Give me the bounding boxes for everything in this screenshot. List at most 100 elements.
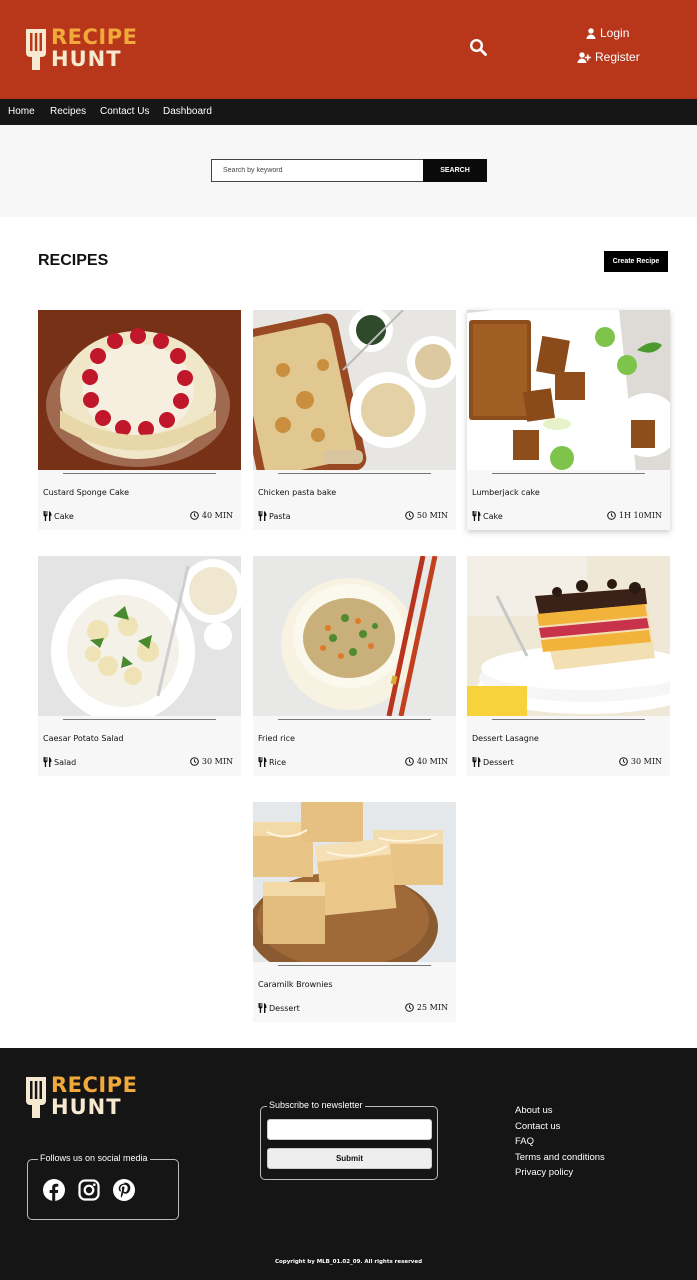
card-divider (278, 719, 431, 720)
spatula-icon (26, 1077, 46, 1118)
recipe-image[interactable] (38, 310, 241, 470)
user-icon (586, 27, 596, 39)
card-divider (63, 719, 216, 720)
recipe-image[interactable] (467, 556, 670, 716)
register-label: Register (595, 50, 640, 64)
time-label: 30 MIN (630, 757, 662, 766)
footer-link-privacy[interactable]: Privacy policy (515, 1165, 605, 1181)
instagram-icon[interactable] (78, 1179, 100, 1201)
search-icon[interactable] (469, 38, 487, 56)
recipe-card[interactable]: Caesar Potato Salad Salad 30 MIN (38, 556, 241, 776)
nav-recipes[interactable]: Recipes (50, 106, 86, 117)
footer-link-terms[interactable]: Terms and conditions (515, 1150, 605, 1166)
recipe-category: Rice (258, 757, 286, 767)
clock-icon (619, 757, 628, 766)
recipe-time: 30 MIN (619, 757, 662, 766)
main-nav: Home Recipes Contact Us Dashboard (0, 99, 697, 125)
nav-contact-us[interactable]: Contact Us (100, 106, 149, 117)
recipe-card[interactable]: Chicken pasta bake Pasta 50 MIN (253, 310, 456, 530)
utensils-icon (43, 511, 52, 521)
footer-logo[interactable]: RECIPE HUNT (24, 1073, 144, 1121)
nav-dashboard[interactable]: Dashboard (163, 106, 212, 117)
search-section: SEARCH (0, 125, 697, 217)
clock-icon (607, 511, 616, 520)
category-label: Rice (269, 757, 287, 767)
recipe-name[interactable]: Caesar Potato Salad (43, 734, 124, 743)
recipe-name[interactable]: Chicken pasta bake (258, 488, 336, 497)
newsletter-box: Subscribe to newsletter Submit (260, 1100, 438, 1180)
logo-word-hunt: HUNT (51, 1095, 122, 1119)
search-button[interactable]: SEARCH (423, 159, 487, 182)
category-label: Pasta (269, 511, 291, 521)
card-divider (492, 719, 645, 720)
recipe-category: Cake (43, 511, 74, 521)
recipe-category: Dessert (258, 1003, 300, 1013)
recipe-category: Salad (43, 757, 76, 767)
newsletter-email-field[interactable] (267, 1119, 432, 1140)
recipe-card[interactable]: Fried rice Rice 40 MIN (253, 556, 456, 776)
recipe-name[interactable]: Lumberjack cake (472, 488, 540, 497)
social-legend: Follows us on social media (38, 1153, 150, 1163)
card-divider (63, 473, 216, 474)
clock-icon (405, 1003, 414, 1012)
login-link[interactable]: Login (586, 26, 629, 40)
user-plus-icon (577, 51, 591, 63)
social-media-box: Follows us on social media (27, 1153, 179, 1220)
pinterest-icon[interactable] (113, 1179, 135, 1201)
utensils-icon (472, 511, 481, 521)
card-divider (278, 473, 431, 474)
recipe-card[interactable]: Dessert Lasagne Dessert 30 MIN (467, 556, 670, 776)
recipe-time: 25 MIN (405, 1003, 448, 1012)
create-recipe-button[interactable]: Create Recipe (604, 251, 668, 272)
site-footer: RECIPE HUNT Follows us on social media S… (0, 1048, 697, 1280)
recipe-name[interactable]: Caramilk Brownies (258, 980, 333, 989)
footer-link-faq[interactable]: FAQ (515, 1134, 605, 1150)
card-divider (492, 473, 645, 474)
facebook-icon[interactable] (43, 1179, 65, 1201)
clock-icon (190, 757, 199, 766)
recipe-time: 40 MIN (190, 511, 233, 520)
recipe-time: 1H 10MIN (607, 511, 662, 520)
time-label: 40 MIN (416, 757, 448, 766)
newsletter-legend: Subscribe to newsletter (267, 1100, 365, 1110)
login-label: Login (600, 26, 630, 40)
recipe-name[interactable]: Fried rice (258, 734, 295, 743)
page-title: RECIPES (38, 252, 109, 269)
copyright-text: Copyright by MLB_01.02_09. All rights re… (274, 1259, 423, 1265)
clock-icon (190, 511, 199, 520)
recipe-card[interactable]: Caramilk Brownies Dessert 25 MIN (253, 802, 456, 1022)
logo-word-hunt: HUNT (51, 47, 122, 71)
footer-link-contact-us[interactable]: Contact us (515, 1119, 605, 1135)
spatula-icon (26, 29, 46, 70)
nav-home[interactable]: Home (8, 106, 35, 117)
recipe-card[interactable]: Custard Sponge Cake Cake 40 MIN (38, 310, 241, 530)
category-label: Cake (483, 511, 503, 521)
recipe-card[interactable]: Lumberjack cake Cake 1H 10MIN (467, 310, 670, 530)
recipe-image[interactable] (38, 556, 241, 716)
footer-link-about-us[interactable]: About us (515, 1103, 605, 1119)
logo-word-recipe: RECIPE (51, 25, 138, 49)
time-label: 1H 10MIN (618, 511, 662, 520)
card-divider (278, 965, 431, 966)
site-header: RECIPE HUNT Login Register (0, 0, 697, 99)
footer-links: About us Contact us FAQ Terms and condit… (515, 1103, 605, 1181)
recipe-category: Dessert (472, 757, 514, 767)
register-link[interactable]: Register (577, 50, 640, 64)
recipe-name[interactable]: Custard Sponge Cake (43, 488, 129, 497)
recipe-name[interactable]: Dessert Lasagne (472, 734, 539, 743)
logo-word-recipe: RECIPE (51, 1073, 138, 1097)
logo[interactable]: RECIPE HUNT (24, 25, 144, 73)
utensils-icon (258, 757, 267, 767)
category-label: Dessert (483, 757, 514, 767)
recipe-image[interactable] (253, 802, 456, 962)
time-label: 30 MIN (201, 757, 233, 766)
recipe-time: 40 MIN (405, 757, 448, 766)
recipe-time: 50 MIN (405, 511, 448, 520)
recipe-image[interactable] (253, 556, 456, 716)
search-input[interactable] (211, 159, 423, 182)
recipe-image[interactable] (253, 310, 456, 470)
recipe-image[interactable] (467, 310, 670, 470)
utensils-icon (472, 757, 481, 767)
newsletter-submit-button[interactable]: Submit (267, 1148, 432, 1169)
utensils-icon (258, 511, 267, 521)
